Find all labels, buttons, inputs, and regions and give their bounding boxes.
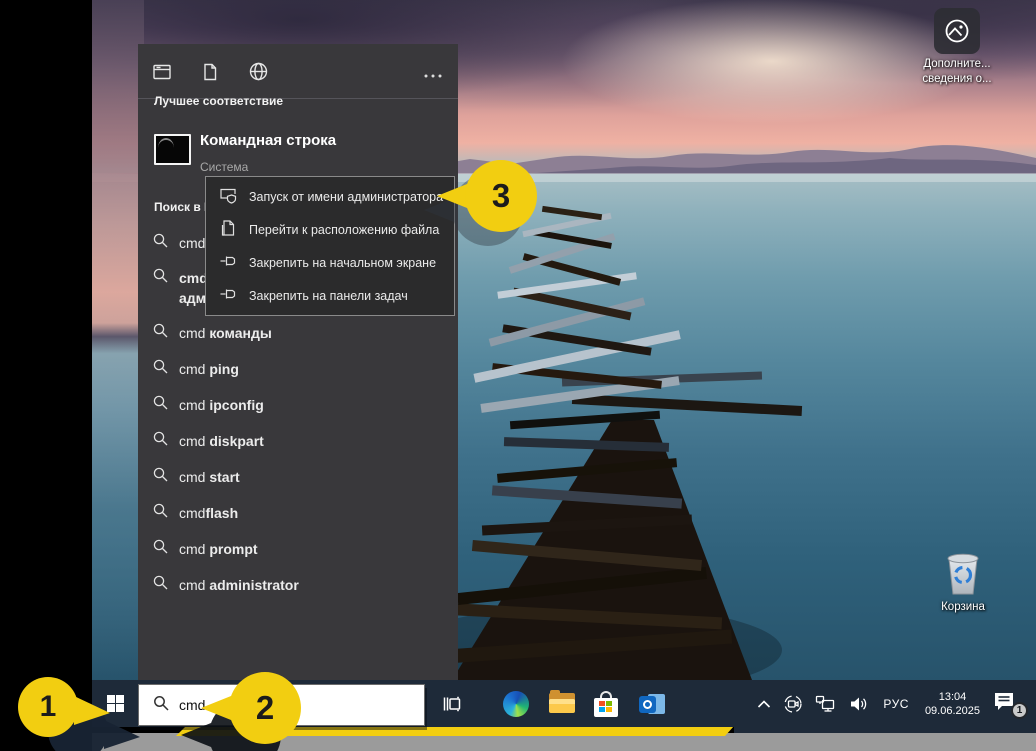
search-filter-tab-1[interactable]: [186, 62, 234, 87]
suggestion-text: cmd ipconfig: [179, 395, 264, 415]
search-filter-tab-0[interactable]: [138, 62, 186, 87]
task-view-icon: [442, 694, 462, 714]
search-suggestion[interactable]: cmd prompt: [138, 531, 458, 567]
network-icon: [815, 695, 837, 713]
chevron-up-icon: [757, 699, 771, 709]
pin-icon: [219, 285, 237, 306]
context-menu-item-2[interactable]: Закрепить на начальном экране: [206, 246, 454, 279]
recycle-bin-label: Корзина: [920, 600, 1006, 615]
search-icon: [153, 268, 168, 288]
taskbar-outlook-button[interactable]: [630, 680, 674, 727]
shortcut-label-line1: Дополните...: [914, 57, 1000, 72]
search-icon: [153, 233, 168, 253]
search-icon: [153, 575, 168, 595]
callout-2: 2: [201, 670, 305, 746]
screenshot-stage: Дополните... сведения о... Корзина: [0, 0, 1036, 751]
suggestion-text: cmd prompt: [179, 539, 258, 559]
context-menu-item-3[interactable]: Закрепить на панели задач: [206, 279, 454, 312]
notification-badge: 1: [1011, 702, 1028, 719]
best-match-title: Командная строка: [200, 132, 336, 149]
meet-now-icon: [783, 694, 803, 714]
clock-time: 13:04: [925, 690, 980, 704]
callout-3-number: 3: [465, 158, 537, 234]
suggestion-text: cmd: [179, 233, 205, 253]
search-suggestion[interactable]: cmd start: [138, 459, 458, 495]
callout-1: 1: [18, 675, 110, 739]
search-suggestion[interactable]: cmd команды: [138, 315, 458, 351]
volume-button[interactable]: [849, 695, 869, 713]
network-button[interactable]: [815, 695, 837, 713]
clock-date: 09.06.2025: [925, 704, 980, 718]
search-icon: [153, 503, 168, 523]
search-icon: [153, 359, 168, 379]
documents-icon: [200, 62, 220, 87]
suggestion-text: cmd diskpart: [179, 431, 264, 451]
action-center-button[interactable]: 1: [992, 689, 1026, 719]
suggestion-text: cmd start: [179, 467, 240, 487]
recycle-bin-icon: [942, 551, 984, 597]
context-menu: Запуск от имени администратора Перейти к …: [205, 176, 455, 316]
edge-icon: [503, 691, 529, 717]
desktop-shortcut-info[interactable]: Дополните... сведения о...: [914, 8, 1000, 87]
search-icon: [153, 539, 168, 559]
search-icon: [153, 467, 168, 487]
context-menu-item-0[interactable]: Запуск от имени администратора: [206, 180, 454, 213]
pin-icon: [219, 252, 237, 273]
clock[interactable]: 13:04 09.06.2025: [925, 690, 980, 718]
task-view-button[interactable]: [430, 680, 474, 727]
show-hidden-icons-button[interactable]: [757, 699, 771, 709]
photo-icon: [934, 8, 980, 54]
shortcut-label-line2: сведения о...: [914, 72, 1000, 87]
ellipsis-icon: [424, 65, 442, 83]
search-icon: [153, 323, 168, 343]
search-icon: [153, 395, 168, 415]
search-suggestion[interactable]: cmd diskpart: [138, 423, 458, 459]
taskbar-edge-button[interactable]: [494, 680, 538, 727]
context-menu-item-label: Закрепить на начальном экране: [249, 256, 436, 270]
wallpaper-left-shore: [92, 0, 144, 680]
file-location-icon: [219, 219, 237, 240]
microsoft-store-icon: [594, 691, 618, 717]
search-options-button[interactable]: [408, 65, 458, 83]
suggestion-text: cmd команды: [179, 323, 272, 343]
search-icon: [153, 431, 168, 451]
meet-now-button[interactable]: [783, 694, 803, 714]
taskbar-lower-edge: [734, 727, 1036, 733]
outlook-icon: [639, 692, 665, 716]
search-filter-tabs: [138, 54, 458, 94]
suggestion-text: cmdflash: [179, 503, 238, 523]
search-suggestion[interactable]: cmd ipconfig: [138, 387, 458, 423]
context-menu-item-label: Перейти к расположению файла: [249, 223, 439, 237]
language-indicator[interactable]: РУС: [883, 697, 909, 711]
taskbar-explorer-button[interactable]: [540, 680, 584, 727]
callout-1-number: 1: [18, 675, 78, 739]
search-suggestion[interactable]: cmd ping: [138, 351, 458, 387]
suggestion-text: cmd ping: [179, 359, 239, 379]
callout-2-number: 2: [229, 670, 301, 746]
desktop-recycle-bin[interactable]: Корзина: [920, 551, 1006, 615]
search-suggestion[interactable]: cmdflash: [138, 495, 458, 531]
command-prompt-icon: [154, 134, 191, 165]
taskbar-store-button[interactable]: [584, 680, 628, 727]
search-suggestion[interactable]: cmd administrator: [138, 567, 458, 603]
best-match-header: Лучшее соответствие: [154, 94, 283, 108]
search-flyout-panel: Лучшее соответствие Командная строка Сис…: [138, 44, 458, 680]
volume-icon: [849, 695, 869, 713]
apps-icon: [152, 62, 172, 87]
file-explorer-icon: [549, 693, 575, 714]
context-menu-item-1[interactable]: Перейти к расположению файла: [206, 213, 454, 246]
search-filter-tab-2[interactable]: [234, 61, 282, 87]
best-match-subtitle: Система: [200, 160, 248, 174]
context-menu-item-label: Закрепить на панели задач: [249, 289, 408, 303]
search-icon: [153, 695, 169, 716]
run-as-admin-icon: [219, 186, 237, 207]
callout-3: 3: [437, 158, 541, 234]
web-icon: [248, 61, 269, 87]
context-menu-item-label: Запуск от имени администратора: [249, 190, 443, 204]
system-tray: РУС 13:04 09.06.2025 1: [751, 680, 1036, 727]
suggestion-text: cmd administrator: [179, 575, 299, 595]
